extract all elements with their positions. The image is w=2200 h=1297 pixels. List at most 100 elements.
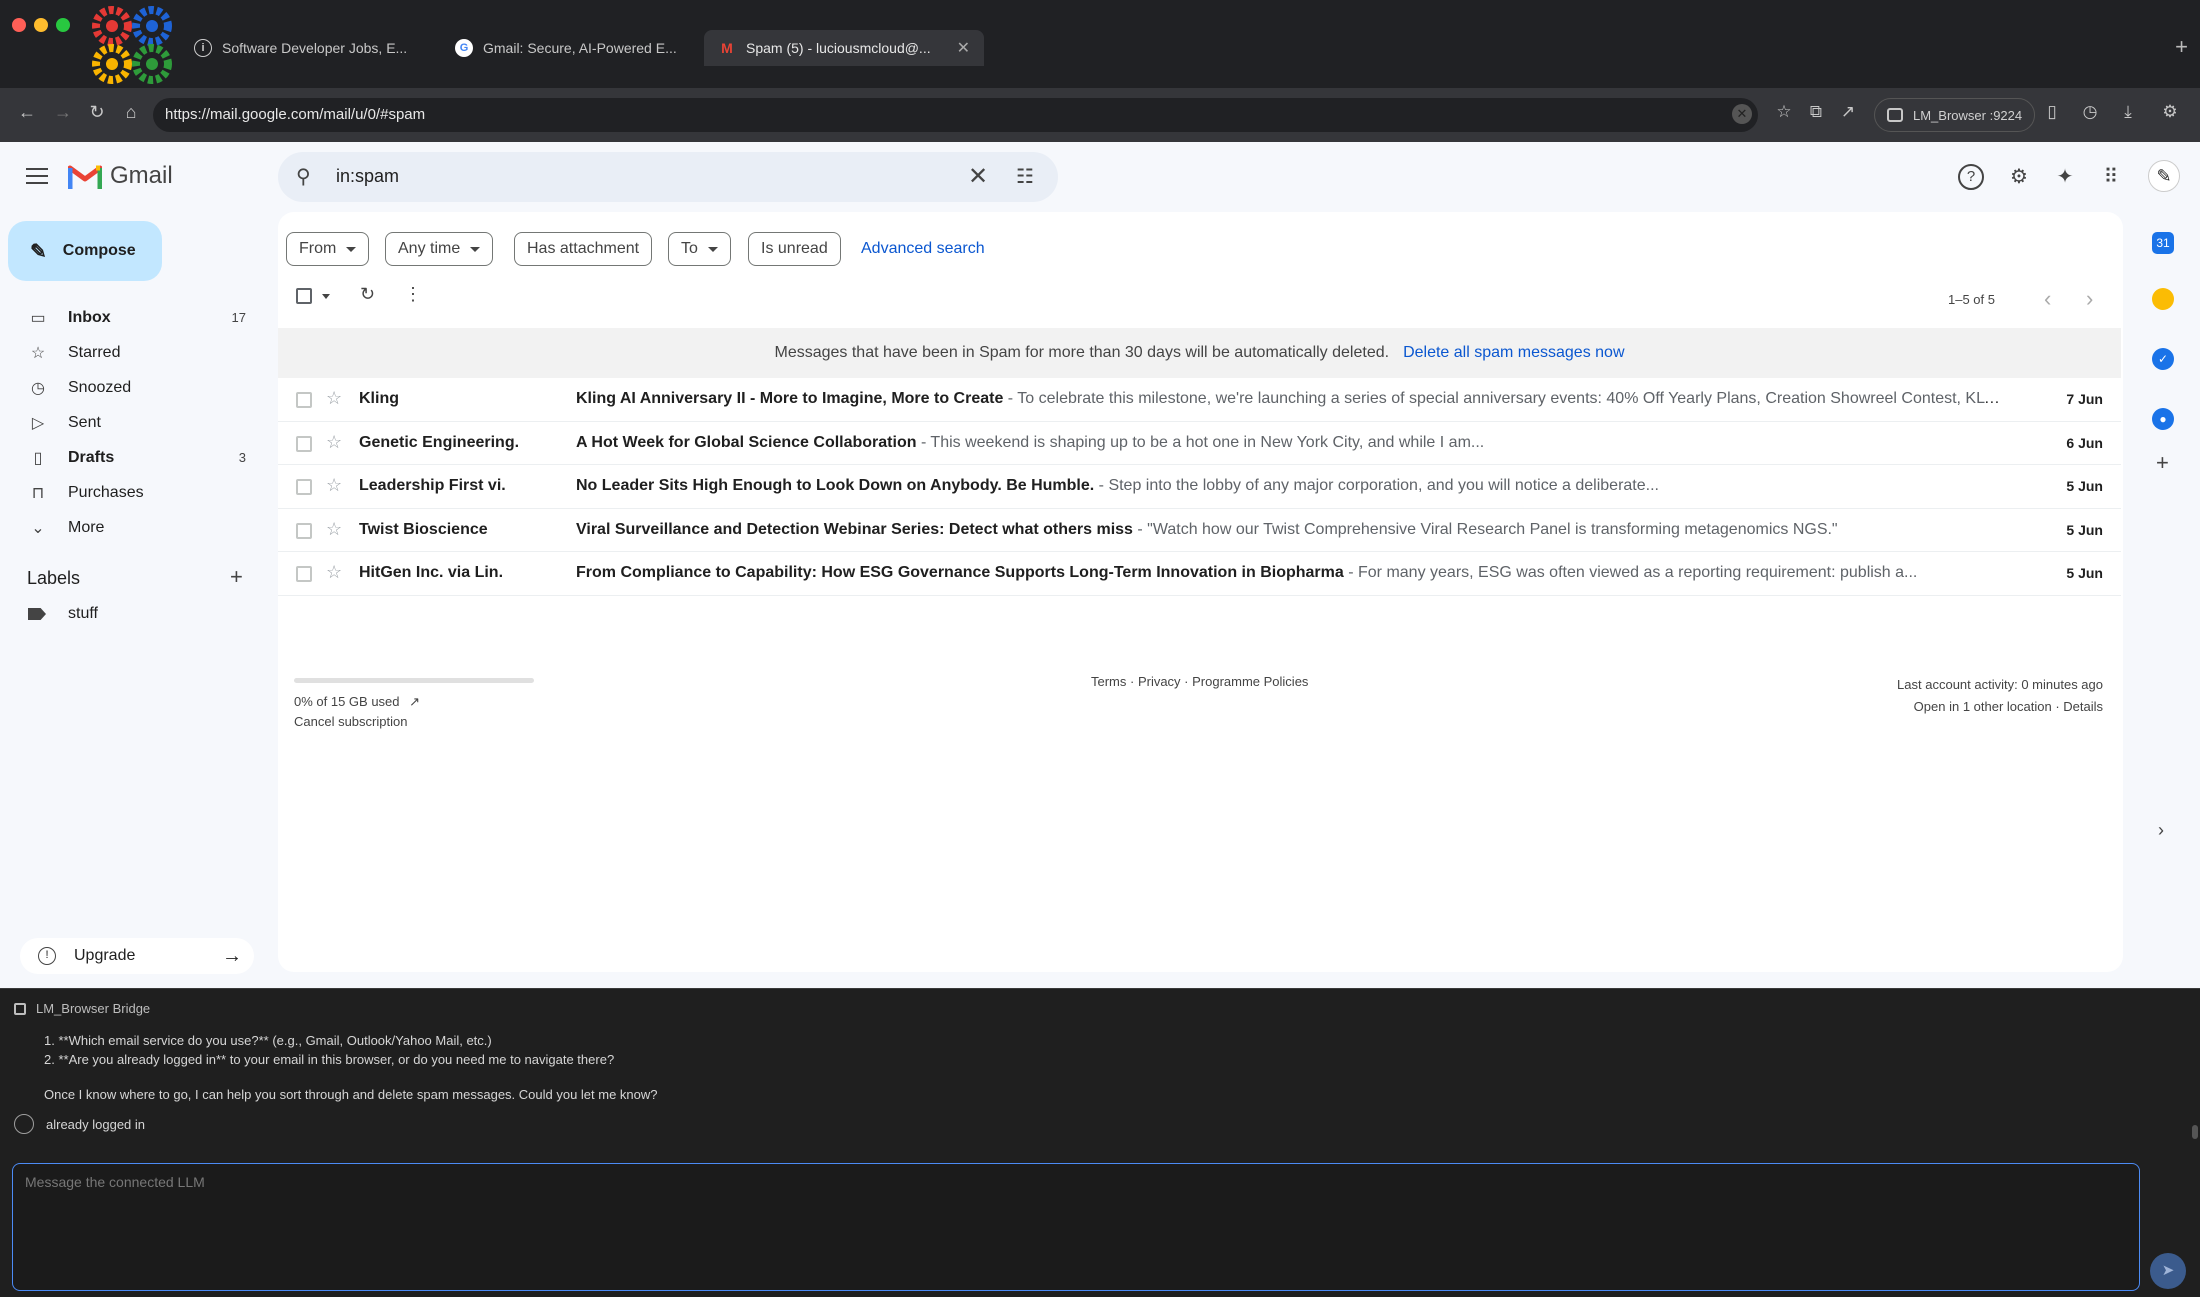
filter-unread-chip[interactable]: Is unread [748,232,841,266]
sidebar-item-label: Inbox [68,308,111,326]
row-checkbox[interactable] [296,566,312,582]
copy-icon[interactable]: ⧉ [1804,102,1828,122]
bookmark-star-icon[interactable]: ☆ [1772,102,1796,122]
star-icon[interactable]: ☆ [326,388,342,409]
delete-all-spam-link[interactable]: Delete all spam messages now [1403,344,1624,362]
email-row[interactable]: ☆ Leadership First vi. No Leader Sits Hi… [278,465,2121,509]
sidebar-item-snoozed[interactable]: ◷ Snoozed [0,370,262,405]
row-checkbox[interactable] [296,392,312,408]
reader-icon[interactable]: ▯ [2040,102,2064,122]
address-bar[interactable]: https://mail.google.com/mail/u/0/#spam [153,98,1758,132]
zoom-window-button[interactable] [56,18,70,32]
select-dropdown-icon[interactable] [322,294,330,299]
clear-url-icon[interactable]: ✕ [1732,104,1752,124]
search-options-icon[interactable]: ☷ [1016,164,1034,189]
compose-button[interactable]: ✎ Compose [8,221,162,281]
close-tab-icon[interactable]: ✕ [957,38,970,58]
filter-from-chip[interactable]: From [286,232,370,266]
main-menu-icon[interactable] [26,168,48,184]
tasks-check-icon[interactable]: ✓ [2152,348,2174,370]
email-row[interactable]: ☆ HitGen Inc. via Lin. From Compliance t… [278,552,2121,596]
apps-grid-icon[interactable]: ⠿ [2098,164,2124,190]
email-snippet: - Step into the lobby of any major corpo… [1094,477,1659,494]
email-subject: No Leader Sits High Enough to Look Down … [576,477,1095,494]
add-addon-icon[interactable]: + [2156,450,2169,476]
expand-panel-icon[interactable]: › [2158,820,2164,841]
reload-icon[interactable]: ↻ [84,102,110,123]
sidebar-item-purchases[interactable]: ⊓ Purchases [0,475,262,510]
new-tab-button[interactable]: + [2175,34,2188,60]
assistant-message-line: 1. **Which email service do you use?** (… [44,1033,492,1048]
tab-software-jobs[interactable]: i Software Developer Jobs, E... [194,30,407,66]
next-page-icon[interactable]: › [2086,286,2093,312]
search-bar[interactable]: ⚲ in:spam ✕ ☷ [278,152,1058,202]
policies-links[interactable]: Terms · Privacy · Programme Policies [1091,674,1308,689]
star-icon[interactable]: ☆ [326,432,342,453]
chat-scrollbar[interactable] [2192,1125,2198,1139]
forward-arrow-icon[interactable]: → [50,102,76,123]
sidebar-item-sent[interactable]: ▷ Sent [0,405,262,440]
clear-search-icon[interactable]: ✕ [968,162,988,191]
gemini-sparkle-icon[interactable]: ✦ [2052,164,2078,190]
tab-spam[interactable]: M Spam (5) - luciousmcloud@... ✕ [704,30,985,66]
history-icon[interactable]: ◷ [2078,102,2102,122]
email-subject-line: A Hot Week for Global Science Collaborat… [576,434,2001,452]
send-message-button[interactable]: ➤ [2150,1253,2186,1289]
minimize-window-button[interactable] [34,18,48,32]
contacts-person-icon[interactable]: ● [2152,408,2174,430]
close-window-button[interactable] [12,18,26,32]
llm-message-composer[interactable] [12,1163,2140,1291]
open-external-icon[interactable]: ↗ [409,694,420,709]
star-icon[interactable]: ☆ [326,562,342,583]
filter-to-chip[interactable]: To [668,232,731,266]
gmail-logo[interactable]: Gmail [68,162,173,190]
row-checkbox[interactable] [296,522,312,539]
email-row[interactable]: ☆ Genetic Engineering. A Hot Week for Gl… [278,422,2121,465]
sidebar-item-drafts[interactable]: ▯ Drafts 3 [0,440,262,475]
chip-label: Any time [398,240,461,257]
help-icon[interactable]: ? [1958,164,1984,190]
spam-notice-text: Messages that have been in Spam for more… [774,344,1390,361]
calendar-icon[interactable]: 31 [2152,232,2174,254]
sidebar-item-label: Snoozed [68,378,132,396]
advanced-search-link[interactable]: Advanced search [861,240,985,258]
email-snippet: - For many years, ESG was often viewed a… [1343,564,1918,581]
profile-chip[interactable]: LM_Browser :9224 [1874,98,2036,132]
browser-toolbar: ← → ↻ ⌂ https://mail.google.com/mail/u/0… [0,88,2200,142]
prev-page-icon[interactable]: ‹ [2044,286,2051,312]
email-row[interactable]: ☆ Twist Bioscience Viral Surveillance an… [278,509,2121,552]
keep-bulb-icon[interactable] [2152,288,2174,310]
other-location-details[interactable]: Open in 1 other location · Details [1897,696,2103,718]
row-checkbox[interactable] [296,435,312,452]
row-checkbox[interactable] [296,479,312,495]
message-input[interactable] [13,1164,2139,1290]
filter-attachment-chip[interactable]: Has attachment [514,232,653,266]
upgrade-button[interactable]: ! Upgrade → [20,938,254,974]
account-avatar[interactable]: ✎ [2148,160,2180,192]
more-options-icon[interactable]: ⋮ [404,284,422,305]
settings-icon[interactable]: ⚙ [2006,164,2032,190]
settings-gear-icon[interactable]: ⚙ [2158,102,2182,122]
filter-time-chip[interactable]: Any time [385,232,494,266]
back-arrow-icon[interactable]: ← [14,102,40,123]
star-icon[interactable]: ☆ [326,475,342,496]
sidebar-item-inbox[interactable]: ▭ Inbox 17 [0,300,262,335]
sidebar-item-starred[interactable]: ☆ Starred [0,335,262,370]
download-icon[interactable]: ⤓ [2116,102,2140,122]
home-icon[interactable]: ⌂ [118,102,144,123]
cancel-subscription-link[interactable]: Cancel subscription [294,714,407,729]
email-row[interactable]: ☆ Kling Kling AI Anniversary II - More t… [278,378,2121,422]
email-date: 6 Jun [2066,434,2103,451]
tab-gmail-secure[interactable]: G Gmail: Secure, AI-Powered E... [455,30,677,66]
browser-tab-bar: i Software Developer Jobs, E... G Gmail:… [0,0,2200,88]
search-input[interactable]: in:spam [336,166,399,187]
select-all-checkbox[interactable] [296,288,312,304]
star-icon[interactable]: ☆ [326,519,342,540]
refresh-icon[interactable]: ↻ [360,284,375,305]
add-label-icon[interactable]: + [230,564,243,590]
email-date: 5 Jun [2066,521,2103,538]
label-item-stuff[interactable]: stuff [28,605,98,623]
sidebar-item-more[interactable]: ⌄ More [0,510,262,545]
search-icon[interactable]: ⚲ [296,164,311,189]
open-external-icon[interactable]: ↗ [1836,102,1860,122]
